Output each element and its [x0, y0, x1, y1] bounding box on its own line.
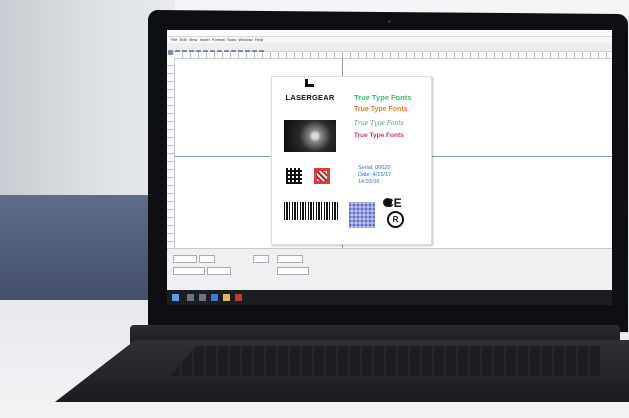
datamatrix-code — [349, 202, 375, 228]
ttf-sample-3: True Type Fonts — [354, 120, 404, 127]
ttf-sample-4: True Type Fonts — [354, 132, 404, 139]
logo-text: LASERGEAR — [285, 93, 335, 102]
menu-item[interactable]: Edit — [180, 37, 187, 42]
properties-panel — [167, 248, 612, 291]
folder-icon[interactable] — [223, 294, 230, 301]
laptop-screen: File Edit View Insert Format Tools Windo… — [167, 30, 612, 305]
logo-icon — [305, 79, 315, 87]
toolbar — [167, 43, 612, 55]
property-field[interactable] — [277, 255, 303, 263]
time-line: 14:03:06 — [358, 178, 380, 185]
property-field[interactable] — [173, 255, 197, 263]
start-icon[interactable] — [172, 294, 179, 301]
taskbar — [167, 290, 612, 305]
linear-barcode — [284, 202, 340, 220]
new-icon[interactable] — [168, 49, 173, 55]
app-icon[interactable] — [235, 294, 242, 301]
property-field[interactable] — [173, 267, 205, 275]
app-titlebar — [167, 30, 612, 37]
menu-item[interactable]: Help — [255, 37, 263, 42]
serial-line: Serial: 00020 — [358, 165, 391, 171]
property-field[interactable] — [253, 255, 269, 263]
vertical-ruler — [167, 58, 175, 248]
registered-mark: R — [387, 211, 404, 228]
menu-item[interactable]: Format — [212, 37, 225, 42]
property-field[interactable] — [207, 267, 231, 275]
search-icon[interactable] — [187, 294, 194, 301]
photo-scene: File Edit View Insert Format Tools Windo… — [0, 0, 629, 418]
menu-item[interactable]: Tools — [227, 37, 236, 42]
engraved-photo — [284, 120, 336, 152]
property-field[interactable] — [199, 255, 215, 263]
ttf-sample-2: True Type Fonts — [354, 106, 408, 113]
ttf-sample-1: True Type Fonts — [354, 93, 412, 102]
browser-icon[interactable] — [211, 294, 218, 301]
ce-mark: CE — [385, 196, 402, 210]
qr-code — [286, 168, 302, 184]
menu-item[interactable]: File — [171, 37, 177, 42]
task-view-icon[interactable] — [199, 294, 206, 301]
webcam — [388, 20, 391, 23]
menu-item[interactable]: View — [189, 37, 198, 42]
laptop-keyboard — [170, 346, 600, 376]
menu-item[interactable]: Insert — [200, 37, 210, 42]
lasergear-logo: LASERGEAR — [280, 79, 340, 105]
horizontal-ruler — [175, 52, 612, 59]
serial-text: Serial: 00020 Date: 4/15/17 14:03:06 — [358, 165, 391, 185]
red-qr-code — [314, 168, 330, 184]
label-preview[interactable]: LASERGEAR True Type Fonts True Type Font… — [271, 76, 432, 245]
date-line: Date: 4/15/17 — [358, 171, 392, 178]
menu-item[interactable]: Window — [238, 37, 252, 42]
property-field[interactable] — [277, 267, 309, 275]
